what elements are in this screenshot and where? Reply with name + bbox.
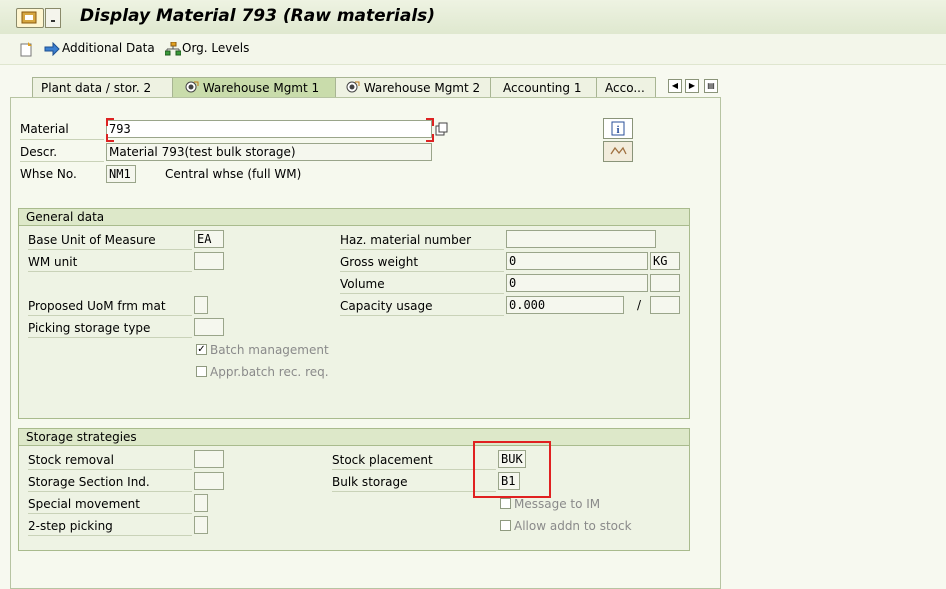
check-mark-icon: ✓	[197, 344, 206, 355]
allow-addn-checkbox[interactable]	[500, 520, 511, 531]
label-underline	[20, 161, 104, 162]
descr-label: Descr.	[20, 145, 58, 159]
whse-description: Central whse (full WM)	[165, 167, 302, 181]
new-document-icon[interactable]	[19, 41, 35, 60]
focus-corner-icon	[426, 134, 434, 142]
tab-label: Accounting 1	[503, 81, 582, 95]
eyeglasses-icon	[610, 146, 627, 155]
label-underline	[28, 315, 192, 316]
group-title: General data	[19, 209, 689, 226]
window-title: Display Material 793 (Raw materials)	[80, 6, 436, 26]
storage-section-ind-field	[194, 472, 224, 490]
label-underline	[332, 469, 496, 470]
focus-corner-icon	[106, 118, 114, 126]
tab-label: Warehouse Mgmt 2	[363, 81, 481, 95]
tab-scroll-right-icon[interactable]: ▶	[685, 79, 699, 93]
haz-material-label: Haz. material number	[340, 233, 472, 247]
base-uom-label: Base Unit of Measure	[28, 233, 156, 247]
wm-unit-label: WM unit	[28, 255, 78, 269]
highlight-box	[473, 441, 551, 498]
additional-data-arrow-icon[interactable]	[44, 41, 60, 59]
tab-label: Plant data / stor. 2	[41, 81, 152, 95]
label-underline	[28, 491, 192, 492]
label-underline	[28, 249, 192, 250]
capacity-usage-field: 0.000	[506, 296, 624, 314]
stock-removal-label: Stock removal	[28, 453, 114, 467]
tab-label: Warehouse Mgmt 1	[202, 81, 320, 95]
bulk-storage-label: Bulk storage	[332, 475, 408, 489]
org-levels-button[interactable]: Org. Levels	[182, 41, 249, 55]
capacity-usage-label: Capacity usage	[340, 299, 433, 313]
material-label: Material	[20, 122, 69, 136]
base-uom-field: EA	[194, 230, 224, 248]
label-underline	[340, 315, 504, 316]
weight-unit-field: KG	[650, 252, 680, 270]
volume-field: 0	[506, 274, 648, 292]
label-underline	[28, 469, 192, 470]
capacity-unit-field	[650, 296, 680, 314]
label-underline	[340, 293, 504, 294]
tab-scroll-left-icon[interactable]: ◀	[668, 79, 682, 93]
svg-text:i: i	[616, 124, 619, 136]
label-underline	[340, 271, 504, 272]
message-to-im-label: Message to IM	[514, 497, 601, 511]
batch-management-checkbox[interactable]: ✓	[196, 344, 207, 355]
menu-dropdown-icon[interactable]	[45, 8, 61, 28]
tab-status-icon	[185, 81, 199, 95]
tab-plant-data-stor-2[interactable]: Plant data / stor. 2	[32, 77, 180, 98]
system-menu-icon[interactable]	[16, 8, 44, 28]
tab-warehouse-mgmt-2[interactable]: Warehouse Mgmt 2	[335, 77, 497, 98]
message-to-im-checkbox[interactable]	[500, 498, 511, 509]
label-underline	[340, 249, 504, 250]
label-underline	[20, 139, 104, 140]
volume-unit-field	[650, 274, 680, 292]
stock-removal-field	[194, 450, 224, 468]
org-levels-icon[interactable]	[164, 41, 182, 59]
focus-corner-icon	[106, 134, 114, 142]
proposed-uom-label: Proposed UoM frm mat	[28, 299, 166, 313]
info-button[interactable]: i	[603, 118, 633, 139]
label-underline	[28, 535, 192, 536]
group-title: Storage strategies	[19, 429, 689, 446]
info-icon: i	[611, 121, 625, 136]
appr-batch-checkbox[interactable]	[196, 366, 207, 377]
batch-management-label: Batch management	[210, 343, 329, 357]
haz-material-field	[506, 230, 656, 248]
gross-weight-label: Gross weight	[340, 255, 419, 269]
tab-accounting-1[interactable]: Accounting 1	[490, 77, 604, 98]
storage-section-ind-label: Storage Section Ind.	[28, 475, 150, 489]
whse-no-label: Whse No.	[20, 167, 77, 181]
picking-storage-type-field	[194, 318, 224, 336]
stock-placement-label: Stock placement	[332, 453, 433, 467]
material-field[interactable]: 793	[106, 120, 432, 138]
label-underline	[332, 491, 496, 492]
tab-warehouse-mgmt-1[interactable]: Warehouse Mgmt 1	[172, 77, 344, 99]
additional-view-button[interactable]	[603, 141, 633, 162]
description-field: Material 793(test bulk storage)	[106, 143, 432, 161]
tab-list-icon[interactable]: ▤	[704, 79, 718, 93]
label-underline	[28, 337, 192, 338]
two-step-picking-field	[194, 516, 208, 534]
whse-no-field: NM1	[106, 165, 136, 183]
additional-data-button[interactable]: Additional Data	[62, 41, 155, 55]
gross-weight-field: 0	[506, 252, 648, 270]
allow-addn-label: Allow addn to stock	[514, 519, 632, 533]
label-underline	[28, 513, 192, 514]
label-underline	[28, 271, 192, 272]
proposed-uom-field	[194, 296, 208, 314]
special-movement-field	[194, 494, 208, 512]
tab-accounting-more[interactable]: Acco...	[596, 77, 656, 98]
wm-unit-field	[194, 252, 224, 270]
tab-label: Acco...	[605, 81, 645, 95]
special-movement-label: Special movement	[28, 497, 140, 511]
focus-corner-icon	[426, 118, 434, 126]
copy-icon[interactable]	[435, 122, 449, 139]
volume-label: Volume	[340, 277, 385, 291]
tab-status-icon	[346, 81, 360, 95]
picking-storage-type-label: Picking storage type	[28, 321, 151, 335]
capacity-separator: /	[637, 298, 642, 312]
appr-batch-label: Appr.batch rec. req.	[210, 365, 329, 379]
two-step-picking-label: 2-step picking	[28, 519, 113, 533]
